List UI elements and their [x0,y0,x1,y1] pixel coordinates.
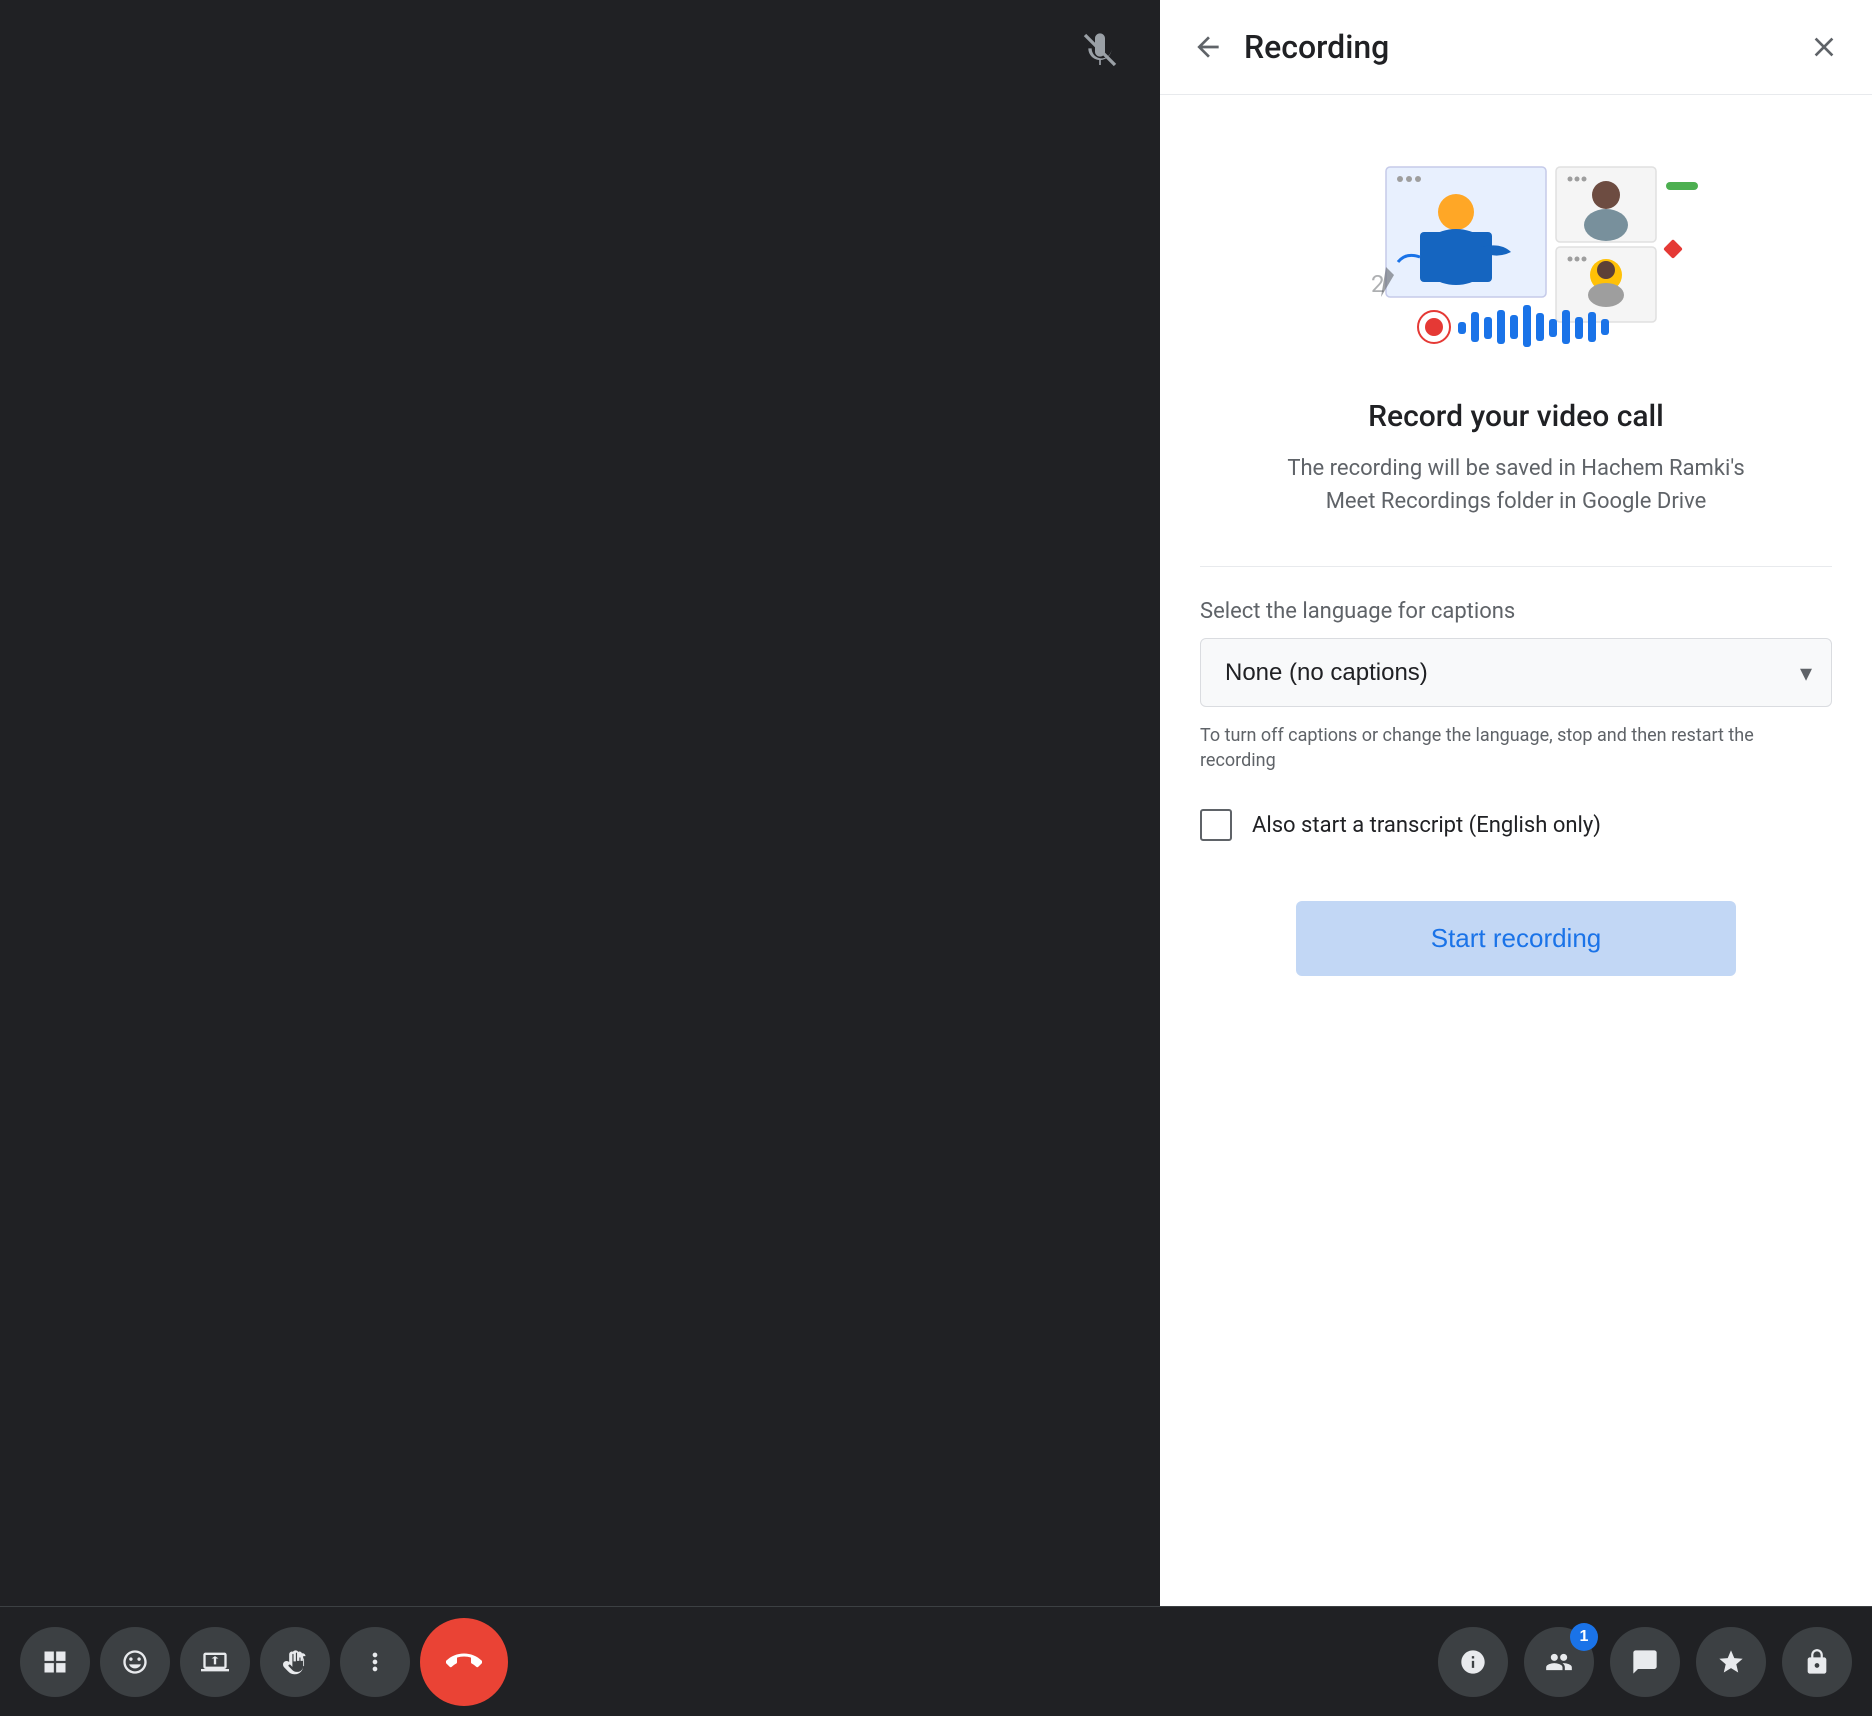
caption-hint: To turn off captions or change the langu… [1200,723,1832,773]
end-call-button[interactable] [420,1618,508,1706]
present-button[interactable] [180,1627,250,1697]
close-button[interactable] [1808,31,1840,63]
emoji-reaction-button[interactable] [100,1627,170,1697]
activities-button[interactable] [1696,1627,1766,1697]
transcript-checkbox[interactable] [1200,809,1232,841]
people-button[interactable]: 1 [1524,1627,1594,1697]
transcript-label: Also start a transcript (English only) [1252,813,1601,838]
record-description: The recording will be saved in Hachem Ra… [1266,452,1766,518]
info-button[interactable] [1438,1627,1508,1697]
caption-language-select[interactable]: None (no captions) English French Spanis… [1200,638,1832,707]
bottom-toolbar: 1 [0,1606,1872,1716]
back-button[interactable] [1192,31,1224,63]
caption-label: Select the language for captions [1200,599,1515,624]
recording-panel: Recording [1160,0,1872,1606]
section-divider [1200,566,1832,567]
more-options-button[interactable] [340,1627,410,1697]
transcript-row: Also start a transcript (English only) [1200,809,1601,841]
video-area [0,0,1160,1716]
record-title: Record your video call [1368,399,1664,434]
caption-select-wrapper: None (no captions) English French Spanis… [1200,638,1832,707]
start-recording-button[interactable]: Start recording [1296,901,1736,976]
toolbar-right: 1 [1438,1627,1852,1697]
panel-content: 2 Record your video call The recording w… [1160,95,1872,1606]
safety-button[interactable] [1782,1627,1852,1697]
panel-header: Recording [1160,0,1872,95]
panel-title: Recording [1244,28,1389,66]
toolbar-left [20,1618,508,1706]
svg-text:2: 2 [1371,270,1385,298]
recording-illustration: 2 [1326,127,1706,367]
layout-button[interactable] [20,1627,90,1697]
chat-button[interactable] [1610,1627,1680,1697]
panel-header-left: Recording [1192,28,1389,66]
people-badge: 1 [1570,1623,1598,1651]
mute-icon [1080,30,1120,79]
raise-hand-button[interactable] [260,1627,330,1697]
